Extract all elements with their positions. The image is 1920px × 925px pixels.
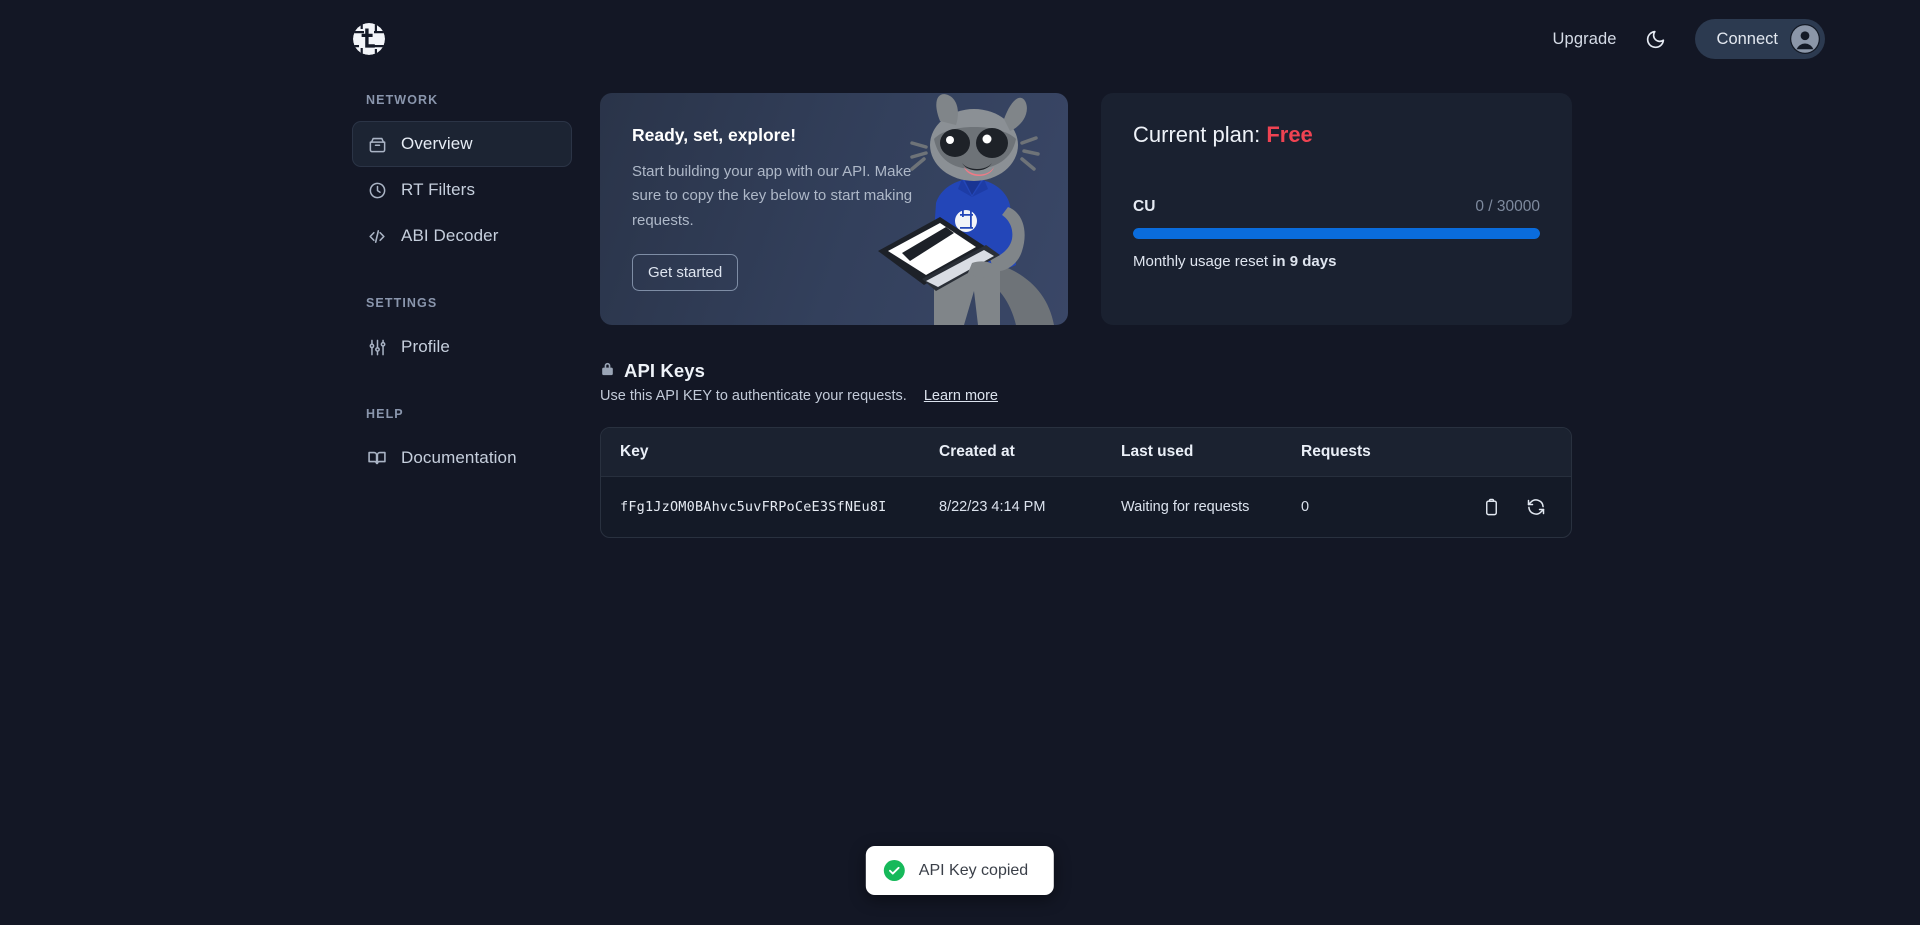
top-cards-row: Ready, set, explore! Start building your…	[600, 93, 1572, 325]
api-keys-table-wrapper: Key Created at Last used Requests fFg1Jz…	[600, 427, 1572, 538]
banner-heading: Ready, set, explore!	[632, 125, 797, 145]
api-keys-subtitle: Use this API KEY to authenticate your re…	[600, 388, 907, 404]
sliders-icon	[367, 337, 387, 357]
sidebar-item-documentation[interactable]: Documentation	[352, 435, 572, 481]
check-circle-icon	[883, 860, 905, 881]
sidebar-item-abi-decoder[interactable]: ABI Decoder	[352, 213, 572, 259]
sidebar-item-label: RT Filters	[401, 180, 476, 199]
api-keys-section: API Keys Use this API KEY to authenticat…	[600, 360, 1572, 538]
app-header: Upgrade Connect	[0, 0, 1920, 78]
current-plan-card: Current plan: Free CU 0 / 30000 Monthly …	[1101, 93, 1572, 325]
column-header-requests: Requests	[1301, 443, 1371, 460]
toast-notification: API Key copied	[865, 846, 1055, 895]
usage-value: 0 / 30000	[1475, 198, 1540, 215]
api-keys-title-row: API Keys	[600, 360, 1572, 382]
avatar	[1790, 24, 1820, 54]
user-avatar-icon	[1791, 25, 1819, 53]
usage-reset-note: Monthly usage reset in 9 days	[1133, 253, 1540, 270]
cell-last-used: Waiting for requests	[1121, 476, 1301, 537]
usage-progress-fill	[1133, 228, 1540, 239]
get-started-button[interactable]: Get started	[632, 254, 739, 292]
cell-requests: 0	[1301, 476, 1461, 537]
usage-progress-bar	[1133, 228, 1540, 239]
sidebar-item-overview[interactable]: Overview	[352, 121, 572, 167]
sidebar-section-help: HELP Documentation	[352, 407, 572, 481]
api-keys-table: Key Created at Last used Requests fFg1Jz…	[601, 428, 1571, 537]
api-keys-subtitle-row: Use this API KEY to authenticate your re…	[600, 388, 1572, 404]
circular-t-logo-icon	[353, 23, 385, 55]
plan-title: Current plan: Free	[1133, 122, 1540, 148]
reset-note-prefix: Monthly usage reset	[1133, 253, 1273, 270]
table-body: fFg1JzOM0BAhvc5uvFRPoCeE3SfNEu8I 8/22/23…	[601, 476, 1571, 537]
plan-title-prefix: Current plan:	[1133, 122, 1261, 147]
sidebar-item-rt-filters[interactable]: RT Filters	[352, 167, 572, 213]
clipboard-copy-icon[interactable]	[1479, 494, 1505, 520]
box-icon	[367, 134, 387, 154]
sidebar-section-title: HELP	[366, 407, 404, 421]
plan-name-value: Free	[1266, 122, 1313, 147]
api-keys-title: API Keys	[624, 360, 706, 381]
cell-created-at: 8/22/23 4:14 PM	[939, 476, 1121, 537]
cell-row-actions	[1461, 476, 1571, 537]
table-header-row: Key Created at Last used Requests	[601, 428, 1571, 477]
refresh-regenerate-icon[interactable]	[1523, 494, 1549, 520]
learn-more-link[interactable]: Learn more	[924, 388, 998, 404]
onboarding-banner-card: Ready, set, explore! Start building your…	[600, 93, 1068, 325]
app-logo[interactable]	[352, 22, 386, 56]
sidebar-section-title: NETWORK	[366, 93, 439, 107]
column-header-key: Key	[620, 443, 649, 460]
moon-icon	[1646, 30, 1665, 48]
toast-message: API Key copied	[918, 861, 1029, 879]
lock-icon	[600, 360, 615, 382]
sidebar-section-network: NETWORK Overview RT Filters ABI Decoder	[352, 93, 572, 259]
sidebar-item-label: ABI Decoder	[401, 226, 499, 245]
sidebar-item-label: Profile	[401, 337, 450, 356]
sidebar: NETWORK Overview RT Filters ABI Decoder …	[352, 93, 572, 538]
page-layout: NETWORK Overview RT Filters ABI Decoder …	[0, 78, 1920, 538]
theme-toggle-button[interactable]	[1643, 26, 1669, 52]
open-book-icon	[367, 448, 387, 468]
usage-label: CU	[1133, 198, 1156, 215]
clock-icon	[367, 180, 387, 200]
reset-note-strong: in 9 days	[1272, 253, 1337, 270]
cell-api-key: fFg1JzOM0BAhvc5uvFRPoCeE3SfNEu8I	[601, 476, 939, 537]
table-head: Key Created at Last used Requests	[601, 428, 1571, 477]
column-header-last-used: Last used	[1121, 443, 1194, 460]
connect-button-label: Connect	[1716, 29, 1778, 48]
sidebar-section-settings: SETTINGS Profile	[352, 296, 572, 370]
banner-body: Start building your app with our API. Ma…	[632, 163, 913, 229]
table-row: fFg1JzOM0BAhvc5uvFRPoCeE3SfNEu8I 8/22/23…	[601, 476, 1571, 537]
header-actions: Upgrade Connect	[1553, 19, 1860, 59]
main-content: Ready, set, explore! Start building your…	[572, 93, 1572, 538]
code-brackets-icon	[367, 226, 387, 246]
column-header-actions	[1461, 428, 1571, 477]
sidebar-item-profile[interactable]: Profile	[352, 324, 572, 370]
connect-button[interactable]: Connect	[1694, 19, 1825, 59]
usage-row: CU 0 / 30000	[1133, 198, 1540, 216]
sidebar-item-label: Documentation	[401, 448, 517, 467]
upgrade-link[interactable]: Upgrade	[1553, 30, 1617, 49]
column-header-created-at: Created at	[939, 443, 1015, 460]
sidebar-item-label: Overview	[401, 134, 473, 153]
sidebar-section-title: SETTINGS	[366, 296, 438, 310]
